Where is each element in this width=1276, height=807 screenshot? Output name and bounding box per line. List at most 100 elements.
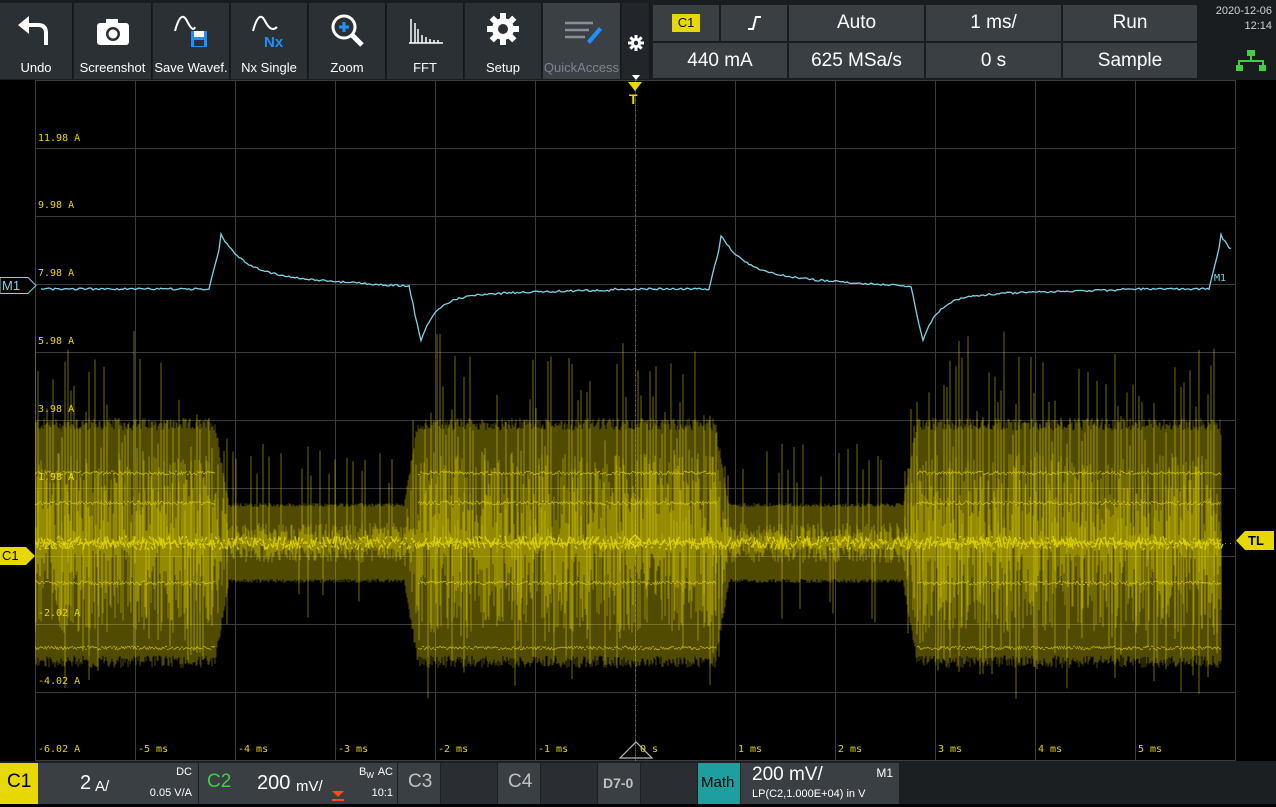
m1-trace-label: M1 [1214,273,1227,284]
fft-label: FFT [413,60,437,75]
x-label: -2 ms [438,744,469,755]
c2-channel-tab[interactable]: C2 [199,763,237,804]
c3-channel-tab[interactable]: C3 [398,763,440,804]
fft-icon [387,9,463,53]
run-state-cell[interactable]: Run [1062,4,1198,42]
trigger-position-marker[interactable]: T [627,81,643,111]
trigger-level-marker-label: TL [1248,533,1264,548]
trigger-level-cell[interactable]: 440 mA [652,42,788,79]
undo-icon [0,9,72,53]
sample-rate-cell[interactable]: 625 MSa/s [788,42,925,79]
toolbar-settings-button[interactable] [622,3,650,80]
x-label: -3 ms [338,744,369,755]
y-label: -6.02 A [38,744,81,755]
x-label: -4 ms [238,744,269,755]
screenshot-label: Screenshot [79,60,146,75]
math-channel-tab[interactable]: Math [698,763,740,804]
c1-coupling: DC [176,766,192,778]
y-label: 1.98 A [38,472,75,483]
digital-channel-tab[interactable]: D7-0 [598,763,640,804]
c3-tab-label: C3 [408,771,433,792]
c2-unit: mV/ [296,778,323,795]
y-label: 11.98 A [38,133,81,144]
trigger-marker-label: T [629,91,638,107]
quickaccess-label: QuickAccess [543,60,620,75]
setup-label: Setup [486,60,520,75]
x-label: 4 ms [1038,744,1063,755]
c4-settings[interactable] [541,763,597,804]
undo-button[interactable]: Undo [0,3,73,79]
nx-single-button[interactable]: Nx Nx Single [231,3,308,79]
y-label: 3.98 A [38,404,75,415]
x-label: 5 ms [1138,744,1163,755]
svg-text:Nx: Nx [264,34,284,51]
time-scale-cell[interactable]: 1 ms/ [925,4,1062,42]
math-expression: LP(C2,1.000E+04) in V [752,788,866,800]
camera-icon [74,9,151,53]
quickaccess-icon [543,9,620,53]
c1-ratio: 0.05 V/A [149,787,192,799]
math-tab-label: Math [701,774,735,791]
trigger-slope-cell[interactable] [720,4,788,42]
x-label: 1 ms [738,744,763,755]
save-waveform-button[interactable]: Save Wavef. [153,3,230,79]
math-scale: 200 mV/ [752,764,823,785]
y-label: -2.02 A [38,608,81,619]
math-channel: M1 [876,766,893,780]
x-label: 3 ms [938,744,963,755]
screenshot-button[interactable]: Screenshot [74,3,152,79]
reference-point-icon [628,534,642,553]
m1-marker-label: M1 [2,278,21,293]
x-label: -1 ms [538,744,569,755]
waveform-canvas [35,80,1236,761]
c1-settings[interactable]: 2 A/ DC 0.05 V/A [38,763,198,804]
c2-active-marker [331,789,345,807]
datetime: 2020-12-06 12:14 [1200,4,1272,34]
c2-ratio: 10:1 [371,787,393,799]
digital-settings[interactable] [641,763,697,804]
acquisition-mode-cell[interactable]: Sample [1062,42,1198,79]
c2-tab-label: C2 [207,771,232,792]
y-label: -20 mA [38,541,75,552]
c2-bw-sub: W [366,771,374,781]
c1-tab-label: C1 [7,771,32,792]
c2-coupling: AC [377,766,393,778]
network-icon [1236,50,1266,77]
time-offset-cell[interactable]: 0 s [925,42,1062,79]
date-text: 2020-12-06 [1215,5,1272,17]
m1-offset-marker[interactable]: M1 [0,277,40,294]
y-label: -4.02 A [38,676,81,687]
fft-button[interactable]: FFT [387,3,464,79]
trigger-mode-cell[interactable]: Auto [788,4,925,42]
x-label: -5 ms [138,744,169,755]
trigger-level-marker[interactable]: TL [1236,531,1274,550]
c2-scale: 200 [257,772,291,794]
trigger-source-cell[interactable]: C1 [652,4,720,42]
setup-button[interactable]: Setup [465,3,542,79]
c1-scale: 2 [80,772,92,794]
c2-settings[interactable]: 200 mV/ BW AC 10:1 [237,763,397,804]
quickaccess-button[interactable]: QuickAccess [543,3,621,79]
toolbar: Undo Screenshot Save Wavef. Nx Nx Single… [0,0,1276,80]
c2-bandwidth: BW [359,766,374,780]
waveform-display[interactable] [35,80,1236,761]
c1-marker-label: C1 [2,548,19,563]
time-text: 12:14 [1244,20,1272,32]
rising-edge-icon [748,15,761,30]
c1-channel-tab[interactable]: C1 [0,763,38,804]
zoom-icon [309,9,385,53]
digital-tab-label: D7-0 [603,775,634,791]
math-settings[interactable]: 200 mV/ M1 LP(C2,1.000E+04) in V [741,763,899,804]
c4-tab-label: C4 [508,771,533,792]
y-label: 7.98 A [38,268,75,279]
nx-single-icon: Nx [231,9,307,53]
c3-settings[interactable] [441,763,497,804]
x-label: 2 ms [838,744,863,755]
c1-offset-marker[interactable]: C1 [0,547,36,565]
zoom-button[interactable]: Zoom [309,3,386,79]
undo-label: Undo [20,60,52,75]
save-waveform-label: Save Wavef. [154,60,228,75]
y-label: 5.98 A [38,336,75,347]
c4-channel-tab[interactable]: C4 [498,763,540,804]
save-waveform-icon [153,9,229,53]
